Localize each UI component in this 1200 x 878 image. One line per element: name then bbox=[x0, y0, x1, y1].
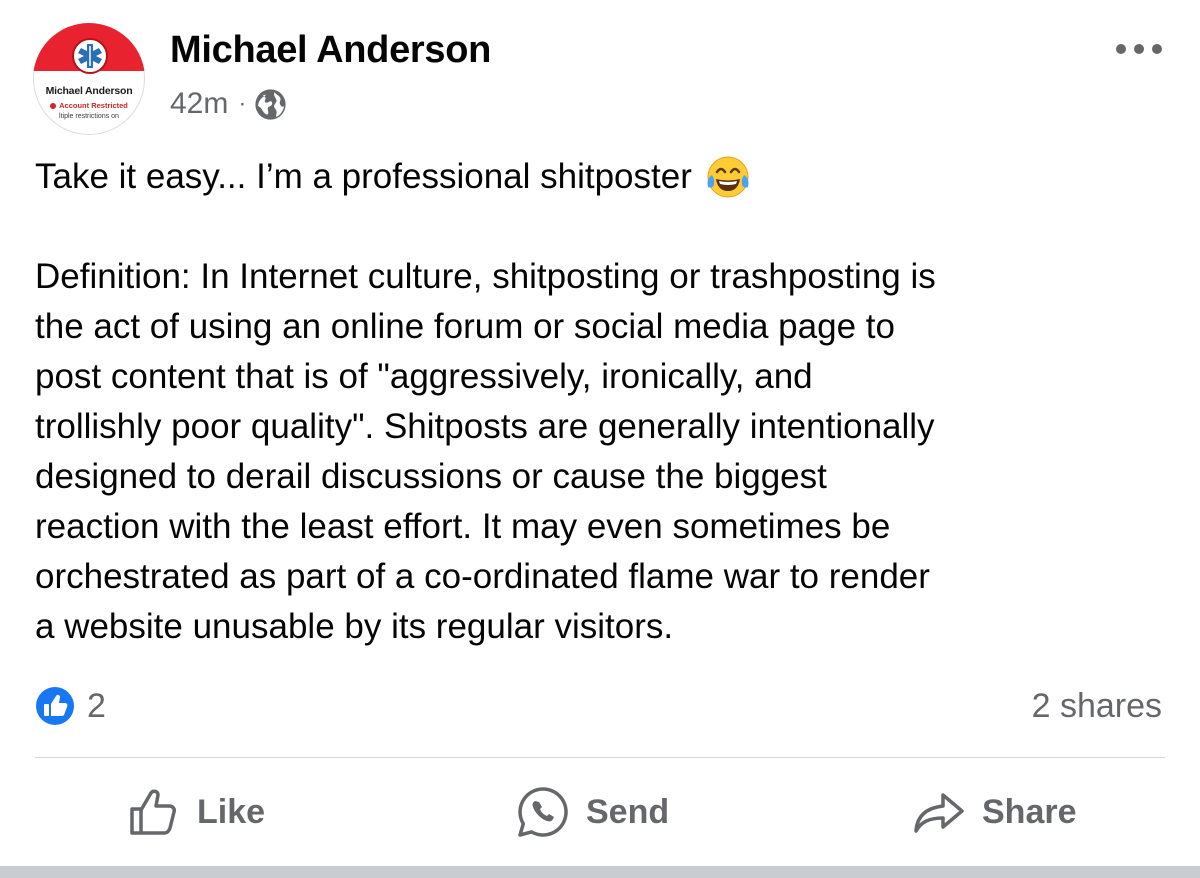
post-first-line-text: Take it easy... I’m a professional shitp… bbox=[35, 157, 692, 196]
share-arrow-icon bbox=[914, 793, 964, 833]
author-name[interactable]: Michael Anderson bbox=[170, 29, 491, 72]
whatsapp-icon bbox=[518, 787, 568, 837]
definition-line: post content that is of "aggressively, i… bbox=[35, 357, 813, 396]
reaction-count: 2 bbox=[87, 686, 106, 725]
post-timestamp[interactable]: 42m bbox=[170, 87, 228, 121]
face-with-tears-of-joy-icon bbox=[707, 156, 749, 198]
globe-icon[interactable] bbox=[254, 88, 287, 121]
definition-line: designed to derail discussions or cause … bbox=[35, 457, 827, 496]
like-button[interactable]: Like bbox=[127, 784, 265, 840]
more-options-icon[interactable] bbox=[1116, 40, 1162, 58]
definition-line: reaction with the least effort. It may e… bbox=[35, 507, 891, 546]
divider bbox=[35, 757, 1165, 758]
definition-line: orchestrated as part of a co-ordinated f… bbox=[35, 557, 930, 596]
share-label: Share bbox=[982, 792, 1077, 831]
meta-separator: · bbox=[238, 90, 247, 117]
send-button[interactable]: Send bbox=[516, 784, 669, 840]
thumbs-up-outline-icon bbox=[130, 789, 176, 835]
definition-line: Definition: In Internet culture, shitpos… bbox=[35, 257, 936, 296]
send-label: Send bbox=[586, 792, 670, 831]
like-label: Like bbox=[197, 792, 266, 831]
reaction-summary[interactable]: 2 bbox=[35, 686, 106, 726]
avatar-status-text: Account Restricted bbox=[33, 101, 145, 110]
post-separator-bar bbox=[0, 866, 1200, 878]
post-first-line: Take it easy... I’m a professional shitp… bbox=[35, 152, 1175, 202]
definition-line: the act of using an online forum or soci… bbox=[35, 307, 895, 346]
post-meta: 42m · bbox=[170, 86, 287, 122]
more-dot bbox=[1116, 44, 1126, 54]
thumbs-up-icon bbox=[36, 687, 74, 725]
facebook-post: Michael Anderson Account Restricted ltip… bbox=[0, 0, 1200, 878]
definition-line: a website unusable by its regular visito… bbox=[35, 607, 674, 646]
avatar-status-label: Account Restricted bbox=[59, 101, 128, 110]
share-button[interactable]: Share bbox=[912, 784, 1077, 840]
restricted-dot-icon bbox=[50, 103, 57, 110]
more-dot bbox=[1152, 44, 1162, 54]
avatar-name-text: Michael Anderson bbox=[45, 85, 133, 97]
paragraph-break bbox=[35, 202, 1175, 252]
post-body: Take it easy... I’m a professional shitp… bbox=[35, 152, 1175, 652]
emergency-star-icon bbox=[72, 38, 108, 74]
share-count[interactable]: 2 shares bbox=[1032, 686, 1162, 726]
more-dot bbox=[1134, 44, 1144, 54]
author-avatar[interactable]: Michael Anderson Account Restricted ltip… bbox=[33, 23, 145, 135]
definition-line: trollishly poor quality". Shitposts are … bbox=[35, 407, 935, 446]
avatar-subtext: ltiple restrictions on bbox=[59, 113, 119, 120]
